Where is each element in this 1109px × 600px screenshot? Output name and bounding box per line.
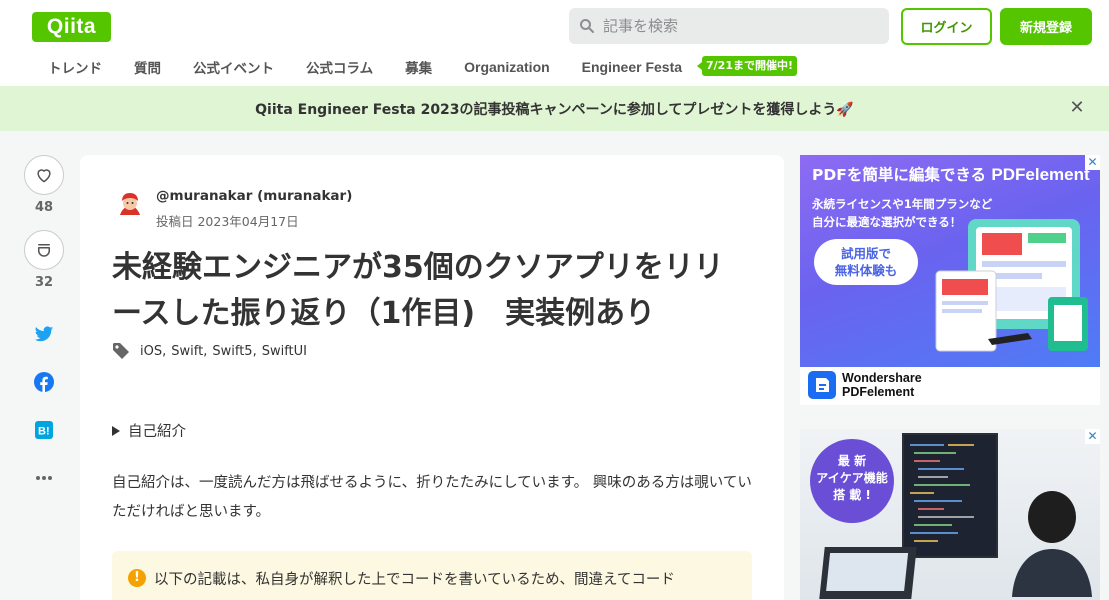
search-box[interactable] [569, 8, 889, 44]
nav-item-recruit[interactable]: 募集 [389, 57, 448, 77]
campaign-banner[interactable]: Qiita Engineer Festa 2023の記事投稿キャンペーンに参加し… [0, 86, 1109, 131]
svg-text:B!: B! [38, 426, 50, 438]
warning-note-text: 以下の記載は、私自身が解釈した上でコードを書いているため、間違えてコード [154, 572, 675, 588]
self-intro-toggle[interactable]: 自己紹介 [112, 420, 186, 441]
nav-item-engineer-festa[interactable]: Engineer Festa [566, 59, 698, 75]
tag-icon [113, 343, 129, 359]
ad-headline: PDFを簡単に編集できる PDFelement [812, 165, 1090, 184]
stock-count: 32 [34, 275, 54, 290]
like-count: 48 [34, 200, 54, 215]
search-icon [580, 19, 594, 33]
article-title: 未経験エンジニアが35個のクソアプリをリリースした振り返り（1作目) 実装例あり [112, 250, 724, 331]
article-card: @muranakar (muranakar) 投稿日 2023年04月17日 未… [80, 155, 784, 600]
banner-text[interactable]: Qiita Engineer Festa 2023の記事投稿キャンペーンに参加し… [255, 99, 854, 119]
ad-brand: Wondershare PDFelement [808, 371, 922, 399]
festa-badge: 7/21まで開催中! [697, 56, 797, 76]
ad-cta-button[interactable]: 試用版で 無料体験も [814, 239, 918, 285]
ad-close-icon[interactable]: ✕ [1085, 429, 1100, 444]
ad-close-icon[interactable]: ✕ [1085, 155, 1100, 170]
author-name[interactable]: @muranakar (muranakar) [156, 188, 352, 204]
stock-icon [38, 244, 50, 257]
self-intro-summary: 自己紹介 [128, 424, 186, 440]
login-button[interactable]: ログイン [901, 8, 992, 45]
laptop-illustration-icon [935, 219, 1088, 352]
site-header: Qiita ログイン 新規登録 トレンド 質問 公式イベント 公式コラム 募集 … [0, 0, 1109, 86]
posted-date: 投稿日 2023年04月17日 [156, 214, 299, 229]
signup-button[interactable]: 新規登録 [1000, 8, 1092, 45]
person-illustration-icon [1012, 491, 1092, 597]
tag-swiftui[interactable]: SwiftUI [262, 344, 307, 359]
tag-swift5[interactable]: Swift5 [212, 344, 252, 359]
nav-item-questions[interactable]: 質問 [118, 57, 177, 77]
hatena-bookmark-icon[interactable]: B! [34, 420, 54, 440]
monitor-ad[interactable]: 最 新 アイケア機能 搭 載 ! ✕ [800, 429, 1100, 600]
ad-visual: PDFを簡単に編集できる PDFelement 永続ライセンスや1年間プランなど… [800, 155, 1100, 367]
close-icon[interactable]: ✕ [1067, 98, 1087, 118]
twitter-icon[interactable] [34, 324, 54, 344]
ad-feature-badge: 最 新 アイケア機能 搭 載 ! [810, 439, 894, 523]
pdfelement-ad[interactable]: PDFを簡単に編集できる PDFelement 永続ライセンスや1年間プランなど… [800, 155, 1100, 405]
intro-paragraph: 自己紹介は、一度読んだ方は飛ばせるように、折りたたみにしています。 興味のある方… [112, 475, 752, 520]
stock-button[interactable] [24, 230, 64, 270]
heart-icon [37, 169, 51, 183]
author-avatar[interactable] [114, 189, 146, 221]
more-options-icon[interactable] [34, 468, 54, 488]
monitor-illustration-icon [902, 433, 998, 558]
main-nav: トレンド 質問 公式イベント 公式コラム 募集 Organization Eng… [32, 54, 698, 80]
article-actions-rail: 48 32 B! [24, 155, 64, 480]
disclosure-triangle-icon [112, 425, 120, 436]
nav-item-official-events[interactable]: 公式イベント [177, 57, 290, 77]
laptop-illustration-icon [819, 547, 917, 599]
tag-ios[interactable]: iOS [140, 344, 162, 359]
wondershare-logo-icon [808, 371, 836, 399]
like-button[interactable] [24, 155, 64, 195]
nav-item-official-columns[interactable]: 公式コラム [290, 57, 389, 77]
nav-item-trend[interactable]: トレンド [32, 57, 118, 77]
exclamation-icon: ! [128, 569, 146, 587]
qiita-logo[interactable]: Qiita [32, 12, 111, 42]
tag-list: iOS, Swift, Swift5, SwiftUI [112, 342, 307, 360]
tag-swift[interactable]: Swift [171, 344, 203, 359]
search-input[interactable] [603, 17, 873, 35]
warning-note: ! 以下の記載は、私自身が解釈した上でコードを書いているため、間違えてコード [112, 551, 752, 600]
facebook-icon[interactable] [34, 372, 54, 392]
nav-item-organization[interactable]: Organization [448, 59, 566, 75]
